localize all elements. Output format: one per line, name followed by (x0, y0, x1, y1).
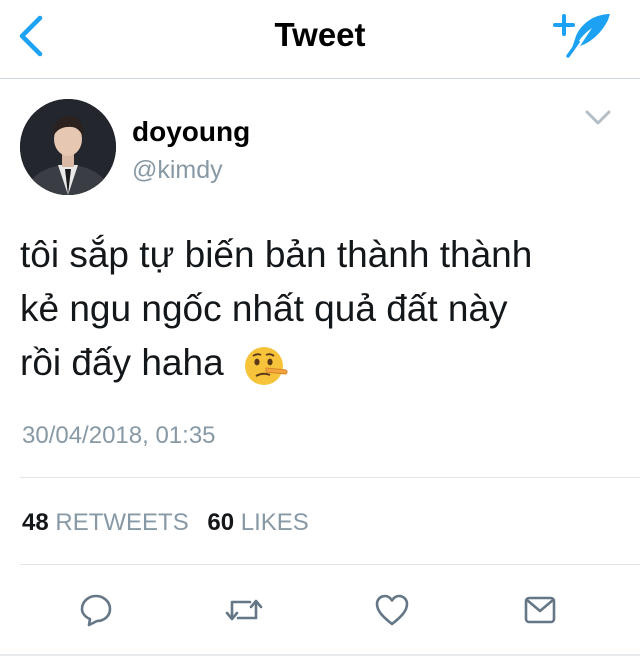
tweet-menu-button[interactable] (580, 104, 616, 132)
tweet-action-bar (0, 588, 640, 632)
reply-button[interactable] (74, 588, 118, 632)
likes-count: 60 (207, 509, 235, 536)
author-display-name[interactable]: doyoung (132, 116, 250, 148)
reply-icon (80, 594, 112, 627)
heart-icon (375, 594, 409, 626)
share-button[interactable] (518, 588, 562, 632)
profile-photo (20, 99, 116, 195)
likes-label: LIKES (240, 509, 309, 536)
compose-feather-icon (553, 14, 610, 58)
tweet-text-line: rồi đấy haha (20, 336, 620, 390)
likes-stat[interactable]: 60 LIKES (207, 509, 308, 536)
page-title: Tweet (274, 16, 366, 53)
tweet-text-line-text: rồi đấy haha (20, 342, 224, 383)
like-button[interactable] (370, 588, 414, 632)
divider (20, 477, 640, 478)
tweet-timestamp: 30/04/2018, 01:35 (22, 422, 216, 449)
lying-face-emoji (244, 347, 288, 386)
tweet-text-line: kẻ ngu ngốc nhất quả đất này (20, 288, 508, 329)
author-handle[interactable]: @kimdy (132, 156, 223, 185)
retweet-icon (225, 599, 263, 621)
avatar[interactable] (20, 99, 116, 195)
retweets-count: 48 (22, 509, 49, 536)
tweet-text-line: tôi sắp tự biến bản thành thành (20, 234, 533, 275)
share-icon (524, 596, 556, 624)
retweets-stat[interactable]: 48 RETWEETS (22, 509, 195, 536)
retweets-label: RETWEETS (55, 509, 189, 536)
divider (20, 564, 640, 565)
tweet-stats: 48 RETWEETS 60 LIKES (22, 509, 321, 537)
tweet-text: tôi sắp tự biến bản thành thành kẻ ngu n… (20, 228, 620, 390)
chevron-down-icon (585, 110, 611, 125)
compose-tweet-button[interactable] (550, 8, 614, 60)
retweet-button[interactable] (222, 588, 266, 632)
navigation-bar: Tweet (0, 0, 640, 79)
